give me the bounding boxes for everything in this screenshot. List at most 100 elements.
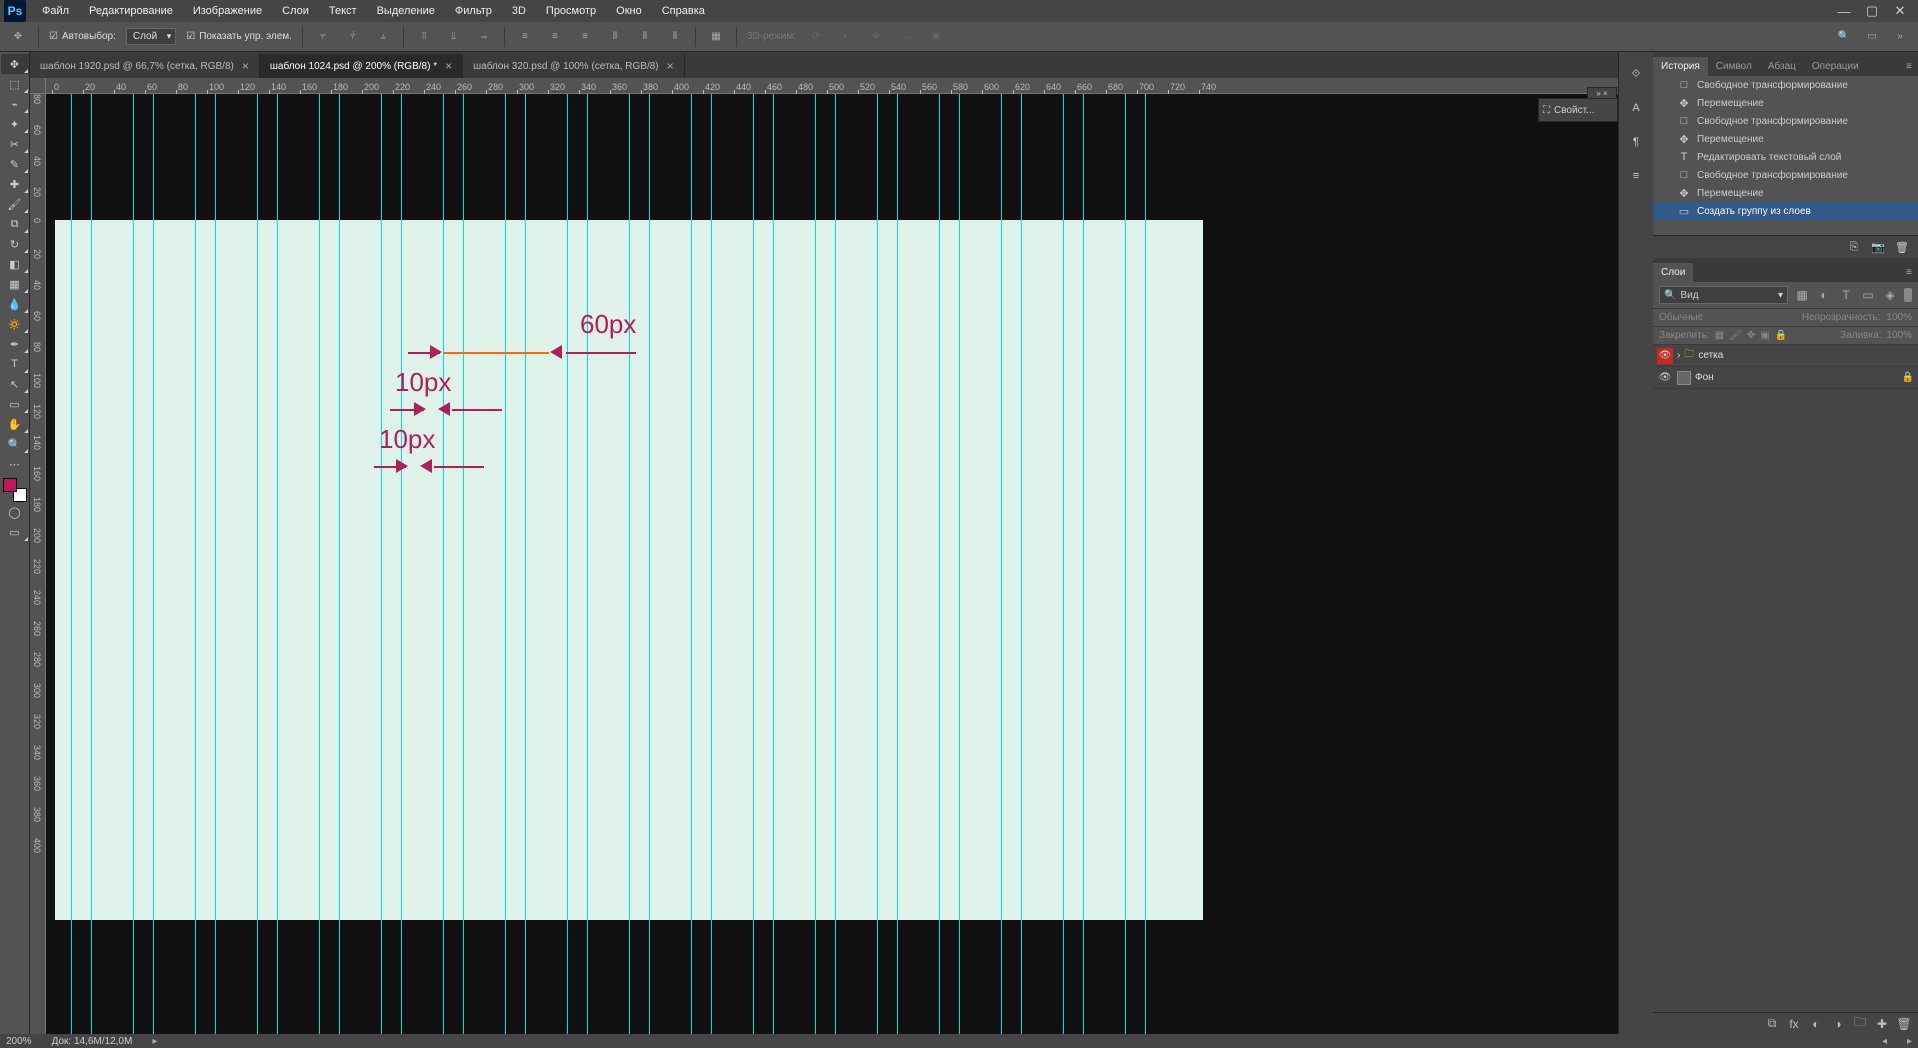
snapshot-icon[interactable]: 📷 — [1870, 239, 1886, 255]
canvas[interactable]: 60px 10px 10px — [46, 94, 1618, 1034]
gradient-tool[interactable]: ▦ — [1, 274, 29, 294]
filter-shape-icon[interactable]: ▭ — [1860, 287, 1876, 303]
history-row[interactable]: □Свободное трансформирование — [1653, 76, 1918, 94]
layout-icon[interactable]: ▭ — [1862, 27, 1882, 47]
align-vcenter-icon[interactable]: ⫩ — [343, 27, 363, 47]
brush-tool[interactable]: 🖌 — [1, 194, 29, 214]
blur-tool[interactable]: 💧 — [1, 294, 29, 314]
chevron-icon[interactable]: › — [1677, 350, 1680, 361]
delete-icon[interactable]: 🗑 — [1894, 239, 1910, 255]
expand-icon[interactable]: » — [1890, 27, 1910, 47]
lock-brush-icon[interactable]: 🖌 — [1729, 330, 1742, 341]
dodge-tool[interactable]: 🔅 — [1, 314, 29, 334]
guide[interactable] — [195, 94, 196, 1034]
more-tools[interactable]: ⋯ — [1, 454, 29, 474]
filter-text-icon[interactable]: T — [1838, 287, 1854, 303]
menu-3d[interactable]: 3D — [502, 2, 536, 20]
history-row[interactable]: □Свободное трансформирование — [1653, 166, 1918, 184]
distribute-bottom-icon[interactable]: ≡ — [575, 27, 595, 47]
adjust-icon[interactable]: ◑ — [1830, 1016, 1846, 1032]
guide[interactable] — [1125, 94, 1126, 1034]
filter-adjust-icon[interactable]: ◐ — [1816, 287, 1832, 303]
filter-pixel-icon[interactable]: ▦ — [1794, 287, 1810, 303]
eraser-tool[interactable]: ◧ — [1, 254, 29, 274]
tab-actions[interactable]: Операции — [1804, 57, 1867, 76]
distribute-top-icon[interactable]: ≡ — [515, 27, 535, 47]
history-brush-tool[interactable]: ↻ — [1, 234, 29, 254]
align-right-icon[interactable]: ⫬ — [474, 27, 494, 47]
path-tool[interactable]: ↖ — [1, 374, 29, 394]
guide[interactable] — [133, 94, 134, 1034]
group-icon[interactable]: 🗀 — [1852, 1016, 1868, 1032]
filter-smart-icon[interactable]: ◈ — [1882, 287, 1898, 303]
magic-wand-tool[interactable]: ✦ — [1, 114, 29, 134]
glyphs-icon[interactable]: ≡ — [1624, 164, 1648, 188]
layer-row[interactable]: 👁›🗀сетка — [1653, 345, 1918, 367]
tab-history[interactable]: История — [1653, 57, 1708, 76]
doc-size[interactable]: Док: 14,6M/12,0M — [52, 1036, 133, 1047]
tab-layers[interactable]: Слои — [1653, 263, 1693, 282]
autoselect-dropdown[interactable]: Слой — [126, 28, 176, 45]
guide[interactable] — [1083, 94, 1084, 1034]
guide[interactable] — [91, 94, 92, 1034]
guide[interactable] — [649, 94, 650, 1034]
color-swatches[interactable] — [3, 478, 27, 502]
history-row[interactable]: ✥Перемещение — [1653, 130, 1918, 148]
show-controls-check[interactable]: ☑Показать упр. элем. — [186, 31, 292, 42]
guide[interactable] — [773, 94, 774, 1034]
guide[interactable] — [1063, 94, 1064, 1034]
guide[interactable] — [1021, 94, 1022, 1034]
distribute-hcenter-icon[interactable]: ⦀ — [635, 27, 655, 47]
eyedropper-tool[interactable]: ✎ — [1, 154, 29, 174]
guide[interactable] — [959, 94, 960, 1034]
guide[interactable] — [753, 94, 754, 1034]
menu-file[interactable]: Файл — [32, 2, 79, 20]
panel-menu-icon[interactable]: ≡ — [1900, 57, 1918, 76]
guide[interactable] — [339, 94, 340, 1034]
scroll-right-icon[interactable]: ▸ — [1907, 1036, 1912, 1047]
dock-icon[interactable]: ⟐ — [1624, 62, 1648, 86]
distribute-right-icon[interactable]: ⦀ — [665, 27, 685, 47]
close-icon[interactable]: ✕ — [1886, 2, 1914, 20]
ruler-corner[interactable] — [30, 78, 46, 94]
menu-filter[interactable]: Фильтр — [445, 2, 502, 20]
distribute-left-icon[interactable]: ⦀ — [605, 27, 625, 47]
menu-image[interactable]: Изображение — [183, 2, 272, 20]
guide[interactable] — [277, 94, 278, 1034]
lock-pos-icon[interactable]: ✥ — [1747, 330, 1755, 341]
guide[interactable] — [319, 94, 320, 1034]
tab-320[interactable]: шаблон 320.psd @ 100% (сетка, RGB/8)× — [463, 54, 685, 78]
fg-swatch[interactable] — [3, 478, 17, 492]
align-hcenter-icon[interactable]: ⫫ — [444, 27, 464, 47]
guide[interactable] — [215, 94, 216, 1034]
move-tool[interactable]: ✥ — [1, 54, 29, 74]
align-left-icon[interactable]: ⫪ — [414, 27, 434, 47]
guide[interactable] — [153, 94, 154, 1034]
autoselect-check[interactable]: ☑Автовыбор: — [49, 31, 116, 42]
menu-layers[interactable]: Слои — [272, 2, 319, 20]
panel-menu-icon[interactable]: ≡ — [1900, 263, 1918, 282]
guide[interactable] — [257, 94, 258, 1034]
tab-1024[interactable]: шаблон 1024.psd @ 200% (RGB/8) *× — [260, 54, 463, 78]
minimize-icon[interactable]: — — [1830, 2, 1858, 20]
move-tool-icon[interactable]: ✥ — [8, 27, 28, 47]
guide[interactable] — [629, 94, 630, 1034]
close-icon[interactable]: × — [667, 59, 674, 73]
mask-icon[interactable]: ◐ — [1808, 1016, 1824, 1032]
tab-character[interactable]: Символ — [1708, 57, 1760, 76]
tab-1920[interactable]: шаблон 1920.psd @ 66,7% (сетка, RGB/8)× — [30, 54, 260, 78]
guide[interactable] — [443, 94, 444, 1034]
guide[interactable] — [691, 94, 692, 1034]
crop-tool[interactable]: ✂ — [1, 134, 29, 154]
guide[interactable] — [877, 94, 878, 1034]
align-top-icon[interactable]: ⫧ — [313, 27, 333, 47]
close-icon[interactable]: × — [242, 59, 249, 73]
history-row[interactable]: TРедактировать текстовый слой — [1653, 148, 1918, 166]
properties-float[interactable]: » × ⛶ Свойст... — [1538, 98, 1618, 122]
visibility-icon[interactable]: 👁 — [1657, 348, 1673, 364]
guide[interactable] — [567, 94, 568, 1034]
guide[interactable] — [835, 94, 836, 1034]
filter-toggle[interactable] — [1904, 288, 1912, 302]
zoom-level[interactable]: 200% — [6, 1036, 32, 1047]
trash-icon[interactable]: 🗑 — [1896, 1016, 1912, 1032]
